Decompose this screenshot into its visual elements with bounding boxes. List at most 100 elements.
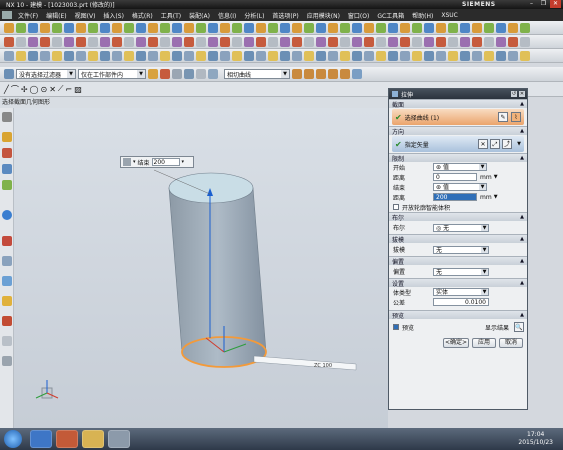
toolbar-tool-icon[interactable] (316, 36, 326, 47)
toolbar-tool-icon[interactable] (172, 22, 182, 33)
toolbar-tool-icon[interactable] (4, 50, 14, 61)
toolbar-tool-icon[interactable] (292, 22, 302, 33)
toolbar-tool-icon[interactable] (268, 22, 278, 33)
type-filter-select[interactable]: 没有选择过滤器 ▼ (16, 69, 76, 79)
offset-select[interactable]: 无 ▼ (433, 267, 489, 276)
toolbar-tool-icon[interactable] (328, 36, 338, 47)
taskbar-app-skype[interactable] (30, 430, 52, 448)
toolbar-tool-icon[interactable] (196, 22, 206, 33)
start-distance-input[interactable]: 0 (433, 173, 477, 181)
toolbar-tool-icon[interactable] (412, 36, 422, 47)
toolbar-tool-icon[interactable] (220, 50, 230, 61)
scope-filter-select[interactable]: 仅在工作部件内 ▼ (78, 69, 146, 79)
toolbar-tool-icon[interactable] (124, 36, 134, 47)
toolbar-tool-icon[interactable] (112, 22, 122, 33)
toolbar-tool-icon[interactable] (388, 36, 398, 47)
system-materials-icon[interactable] (2, 256, 12, 266)
taskbar-app-explorer[interactable] (82, 430, 104, 448)
menu-tools[interactable]: 工具(T) (157, 11, 185, 20)
toolbar-tool-icon[interactable] (472, 50, 482, 61)
start-button[interactable] (4, 430, 22, 448)
toolbar-tool-icon[interactable] (508, 22, 518, 33)
snap-quadrant-icon[interactable] (328, 69, 338, 79)
web-browser-icon[interactable] (2, 210, 12, 220)
toolbar-tool-icon[interactable] (136, 22, 146, 33)
menu-view[interactable]: 视图(V) (71, 11, 100, 20)
extruded-cylinder[interactable] (168, 172, 267, 368)
toolbar-tool-icon[interactable] (124, 50, 134, 61)
toolbar-tool-icon[interactable] (460, 36, 470, 47)
chevron-down-icon[interactable]: ▾ (182, 159, 185, 165)
toolbar-tool-icon[interactable] (508, 36, 518, 47)
toolbar-tool-icon[interactable] (520, 22, 530, 33)
reuse-library-icon[interactable] (2, 180, 12, 190)
toolbar-tool-icon[interactable] (196, 50, 206, 61)
toolbar-tool-icon[interactable] (520, 50, 530, 61)
toolbar-tool-icon[interactable] (76, 22, 86, 33)
toolbar-tool-icon[interactable] (112, 36, 122, 47)
dialog-title-bar[interactable]: 拉伸 ↺ ✕ (389, 89, 527, 99)
ok-button[interactable]: <确定> (443, 338, 469, 348)
settings-header[interactable]: 设置 ▲ (389, 278, 527, 288)
toolbar-tool-icon[interactable] (376, 22, 386, 33)
toolbar-tool-icon[interactable] (208, 36, 218, 47)
toolbar-tool-icon[interactable] (352, 36, 362, 47)
toolbar-tool-icon[interactable] (364, 22, 374, 33)
toolbar-tool-icon[interactable] (496, 36, 506, 47)
manufacturing-wizards-icon[interactable] (2, 296, 12, 306)
close-button[interactable]: ✕ (550, 0, 561, 8)
toolbar-tool-icon[interactable] (232, 22, 242, 33)
vector-dialog-button[interactable]: ⤢ (490, 139, 500, 149)
filter-icon[interactable] (148, 69, 158, 79)
toolbar-tool-icon[interactable] (64, 22, 74, 33)
nx-logo-icon[interactable] (2, 11, 12, 19)
snap-midpoint-icon[interactable] (304, 69, 314, 79)
chevron-down-icon[interactable]: ▾ (133, 159, 136, 165)
toolbar-tool-icon[interactable] (388, 50, 398, 61)
toolbar-tool-icon[interactable] (340, 50, 350, 61)
toolbar-tool-icon[interactable] (244, 50, 254, 61)
draft-select[interactable]: 无 ▼ (433, 245, 489, 254)
limits-header[interactable]: 限制 ▲ (389, 153, 527, 163)
toolbar-tool-icon[interactable] (184, 36, 194, 47)
snap-center-icon[interactable] (316, 69, 326, 79)
toolbar-tool-icon[interactable] (172, 36, 182, 47)
vector-type-button[interactable]: ⤴ (502, 139, 512, 149)
roles-icon[interactable] (2, 316, 12, 326)
circle-tool-icon[interactable]: ◯ (30, 85, 39, 94)
toolbar-tool-icon[interactable] (496, 22, 506, 33)
chevron-down-icon[interactable]: ▼ (517, 141, 521, 147)
toolbar-tool-icon[interactable] (88, 36, 98, 47)
part-navigator-icon[interactable] (2, 132, 12, 142)
system-scene-icon[interactable] (2, 336, 12, 346)
deselect-icon[interactable] (172, 69, 182, 79)
toolbar-tool-icon[interactable] (436, 50, 446, 61)
toolbar-tool-icon[interactable] (220, 36, 230, 47)
toolbar-tool-icon[interactable] (352, 50, 362, 61)
toolbar-tool-icon[interactable] (268, 36, 278, 47)
toolbar-tool-icon[interactable] (304, 22, 314, 33)
toolbar-tool-icon[interactable] (400, 22, 410, 33)
toolbar-tool-icon[interactable] (256, 22, 266, 33)
toolbar-tool-icon[interactable] (400, 36, 410, 47)
toolbar-tool-icon[interactable] (16, 50, 26, 61)
toolbar-tool-icon[interactable] (64, 50, 74, 61)
toolbar-tool-icon[interactable] (424, 36, 434, 47)
toolbar-tool-icon[interactable] (232, 50, 242, 61)
menu-info[interactable]: 信息(I) (214, 11, 240, 20)
preview-checkbox[interactable] (393, 324, 399, 330)
toolbar-tool-icon[interactable] (208, 22, 218, 33)
toolbar-tool-icon[interactable] (184, 22, 194, 33)
reverse-direction-button[interactable]: ✕ (478, 139, 488, 149)
toolbar-tool-icon[interactable] (472, 36, 482, 47)
section-header[interactable]: 截面 ▲ (389, 99, 527, 109)
show-result-button[interactable]: 🔍 (514, 322, 524, 332)
taskbar-app-nx[interactable] (56, 430, 78, 448)
toolbar-tool-icon[interactable] (388, 22, 398, 33)
print-icon[interactable] (2, 356, 12, 366)
graphics-viewport[interactable]: ZC 100 (14, 108, 388, 428)
toolbar-tool-icon[interactable] (4, 36, 14, 47)
snap-face-icon[interactable] (352, 69, 362, 79)
toolbar-tool-icon[interactable] (376, 36, 386, 47)
toolbar-tool-icon[interactable] (484, 36, 494, 47)
